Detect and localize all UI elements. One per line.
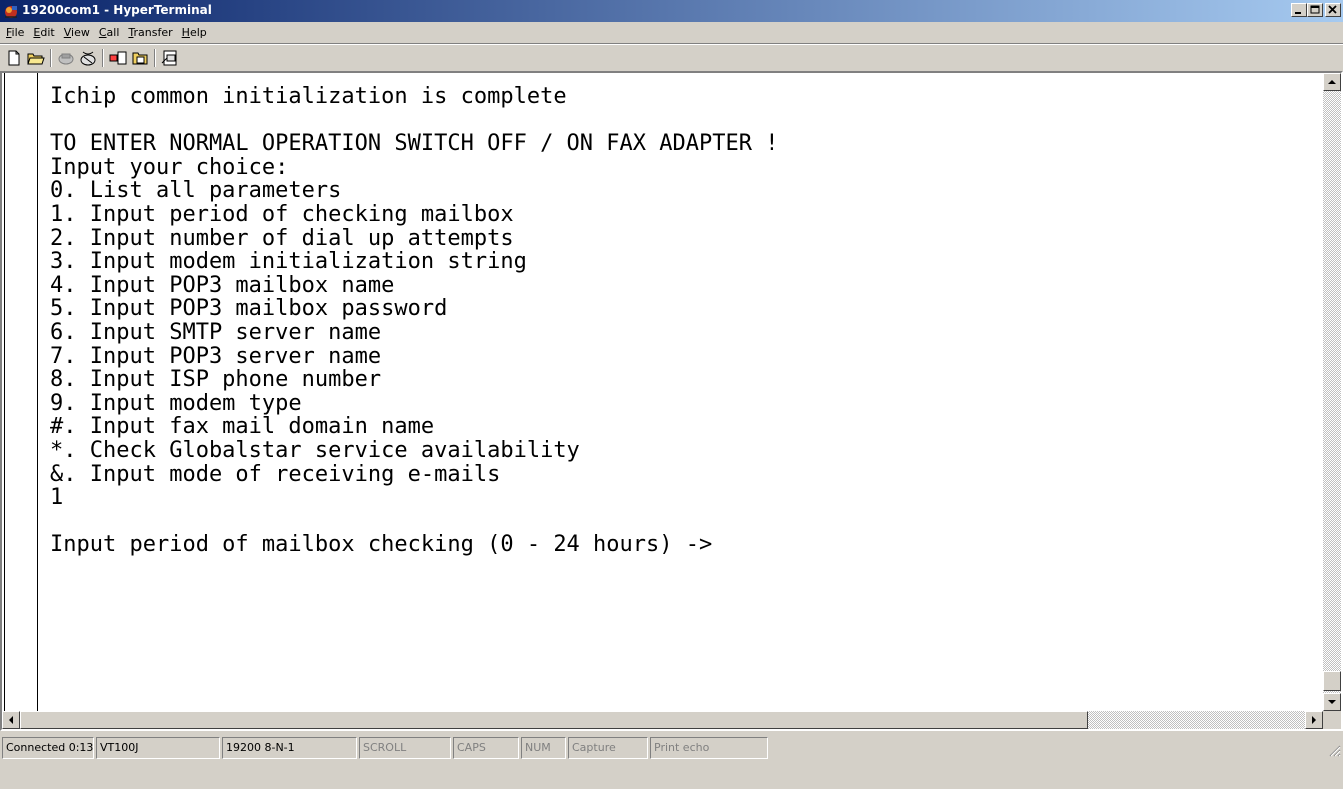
toolbar-separator — [102, 49, 104, 67]
status-port-settings: 19200 8-N-1 — [222, 737, 357, 759]
horizontal-scroll-thumb[interactable] — [20, 711, 1088, 729]
status-connected: Connected 0:13:24 — [2, 737, 94, 759]
scrollbar-corner — [1323, 711, 1341, 729]
hyperterminal-window: 19200com1 - HyperTerminal File Edit View… — [0, 0, 1343, 789]
terminal-line: 5. Input POP3 mailbox password — [50, 296, 448, 322]
terminal-line: #. Input fax mail domain name — [50, 414, 435, 440]
open-icon[interactable] — [26, 48, 46, 68]
status-scroll: SCROLL — [359, 737, 451, 759]
window-title: 19200com1 - HyperTerminal — [22, 3, 212, 17]
hyperterminal-app-icon[interactable] — [3, 3, 19, 19]
status-emulation: VT100J — [96, 737, 220, 759]
scroll-left-button[interactable] — [2, 711, 20, 729]
properties-icon[interactable] — [160, 48, 180, 68]
send-file-icon[interactable] — [108, 48, 128, 68]
terminal-line: 0. List all parameters — [50, 178, 342, 204]
terminal-line: Input your choice: — [50, 154, 289, 180]
terminal-line: 8. Input ISP phone number — [50, 367, 382, 393]
terminal-line: 4. Input POP3 mailbox name — [50, 272, 395, 298]
menu-edit[interactable]: Edit — [33, 26, 54, 39]
new-connection-icon[interactable] — [4, 48, 24, 68]
status-print-echo: Print echo — [650, 737, 768, 759]
status-caps: CAPS — [453, 737, 519, 759]
terminal-line: TO ENTER NORMAL OPERATION SWITCH OFF / O… — [50, 131, 779, 157]
menu-file[interactable]: File — [6, 26, 24, 39]
status-capture: Capture — [568, 737, 648, 759]
terminal-left-margin — [2, 73, 38, 711]
vertical-scrollbar[interactable] — [1323, 73, 1341, 711]
scroll-down-button[interactable] — [1323, 693, 1341, 711]
status-bar: Connected 0:13:24 VT100J 19200 8-N-1 SCR… — [0, 737, 1343, 759]
terminal-line: Input period of mailbox checking (0 - 24… — [50, 532, 713, 558]
terminal-line: 1. Input period of checking mailbox — [50, 201, 514, 227]
terminal-line: 1 — [50, 485, 64, 511]
close-button[interactable] — [1325, 3, 1341, 17]
window-controls — [1291, 2, 1341, 20]
maximize-button[interactable] — [1307, 3, 1323, 17]
horizontal-scrollbar[interactable] — [2, 711, 1323, 729]
terminal-frame: Ichip common initialization is complete T… — [0, 71, 1343, 731]
menu-call[interactable]: Call — [99, 26, 120, 39]
terminal-line: 7. Input POP3 server name — [50, 343, 382, 369]
dial-icon[interactable] — [78, 48, 98, 68]
title-bar[interactable]: 19200com1 - HyperTerminal — [0, 0, 1343, 22]
resize-grip-icon[interactable] — [1327, 743, 1341, 757]
terminal-output: Ichip common initialization is complete T… — [50, 85, 778, 557]
minimize-button[interactable] — [1291, 3, 1307, 17]
disconnect-icon[interactable] — [56, 48, 76, 68]
toolbar-separator — [50, 49, 52, 67]
terminal-line: *. Check Globalstar service availability — [50, 437, 580, 463]
status-num: NUM — [521, 737, 566, 759]
toolbar-separator — [154, 49, 156, 67]
terminal-line: 9. Input modem type — [50, 390, 302, 416]
receive-file-icon[interactable] — [130, 48, 150, 68]
scroll-up-button[interactable] — [1323, 73, 1341, 91]
menu-help[interactable]: Help — [182, 26, 207, 39]
terminal-line: 3. Input modem initialization string — [50, 249, 527, 275]
vertical-scroll-thumb[interactable] — [1323, 671, 1341, 691]
toolbar — [0, 45, 1343, 71]
terminal-line: Ichip common initialization is complete — [50, 84, 567, 109]
terminal-area[interactable]: Ichip common initialization is complete T… — [2, 73, 1323, 729]
menu-view[interactable]: View — [64, 26, 90, 39]
terminal-line: 2. Input number of dial up attempts — [50, 225, 514, 251]
menu-transfer[interactable]: Transfer — [128, 26, 172, 39]
scroll-right-button[interactable] — [1305, 711, 1323, 729]
terminal-line: 6. Input SMTP server name — [50, 319, 382, 345]
menu-bar: File Edit View Call Transfer Help — [0, 22, 1343, 43]
terminal-line: &. Input mode of receiving e-mails — [50, 461, 501, 487]
